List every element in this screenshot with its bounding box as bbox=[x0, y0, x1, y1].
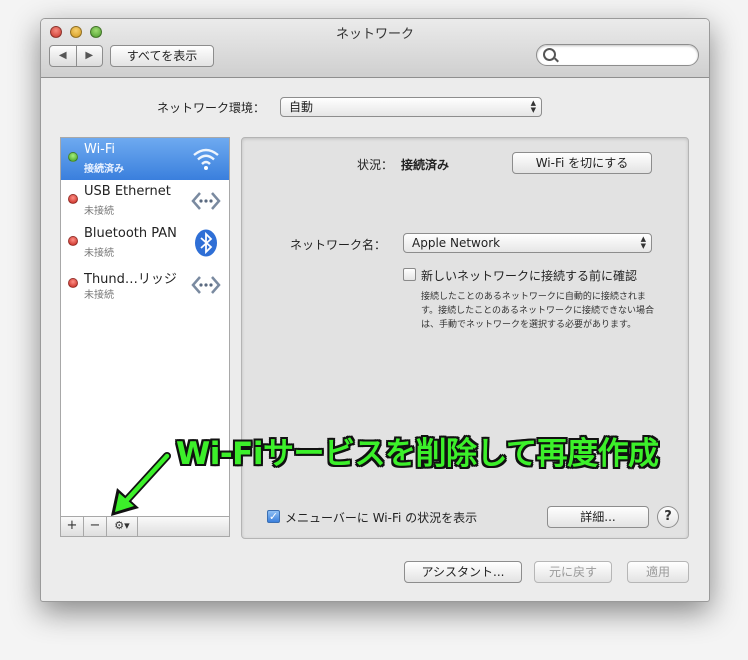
help-button[interactable]: ? bbox=[657, 506, 679, 528]
status-dot-icon bbox=[68, 278, 78, 288]
detail-panel bbox=[241, 137, 689, 539]
location-value: 自動 bbox=[289, 100, 314, 114]
add-service-button[interactable]: + bbox=[61, 517, 84, 536]
service-status: 未接続 bbox=[84, 248, 114, 259]
status-dot-icon bbox=[68, 194, 78, 204]
back-icon[interactable]: ◀ bbox=[50, 46, 76, 66]
apply-button[interactable]: 適用 bbox=[627, 561, 689, 583]
location-label: ネットワーク環境： bbox=[157, 101, 266, 115]
service-status: 未接続 bbox=[84, 290, 114, 301]
status-dot-icon bbox=[68, 152, 78, 162]
service-name: Thund…リッジ bbox=[84, 272, 177, 287]
ask-join-checkbox[interactable] bbox=[403, 268, 416, 281]
show-menubar-label: メニューバーに Wi-Fi の状況を表示 bbox=[285, 511, 478, 525]
status-dot-icon bbox=[68, 236, 78, 246]
network-name-value: Apple Network bbox=[412, 236, 501, 250]
wifi-toggle-button[interactable]: Wi-Fi を切にする bbox=[512, 152, 652, 174]
show-menubar-checkbox[interactable]: ✓ bbox=[267, 510, 280, 523]
ethernet-icon bbox=[191, 276, 221, 294]
location-popup[interactable]: 自動 ▲ ▼ bbox=[280, 97, 542, 117]
show-all-button[interactable]: すべてを表示 bbox=[110, 45, 214, 67]
popup-arrows-icon: ▲ ▼ bbox=[640, 235, 646, 250]
service-list-controls: + − ⚙▾ bbox=[60, 517, 230, 537]
service-item-thunderbolt-bridge[interactable]: Thund…リッジ 未接続 bbox=[61, 264, 229, 306]
status-value: 接続済み bbox=[401, 158, 450, 172]
wifi-icon bbox=[193, 148, 219, 170]
assistant-button[interactable]: アシスタント... bbox=[404, 561, 522, 583]
service-item-usb-ethernet[interactable]: USB Ethernet 未接続 bbox=[61, 180, 229, 222]
status-label: 状況： bbox=[357, 158, 394, 172]
ask-join-description: 接続したことのあるネットワークに自動的に接続されます。接続したことのあるネットワ… bbox=[421, 292, 655, 330]
ask-join-label: 新しいネットワークに接続する前に確認 bbox=[421, 269, 638, 283]
service-name: USB Ethernet bbox=[84, 184, 171, 199]
ethernet-icon bbox=[191, 192, 221, 210]
title-bar: ネットワーク ◀ ▶ すべてを表示 bbox=[41, 19, 709, 78]
service-name: Wi-Fi bbox=[84, 142, 116, 157]
popup-arrows-icon: ▲ ▼ bbox=[530, 99, 536, 114]
annotation-caption: Wi-Fiサービスを削除して再度作成 bbox=[176, 436, 659, 472]
service-name: Bluetooth PAN bbox=[84, 226, 177, 241]
back-forward-control: ◀ ▶ bbox=[49, 45, 103, 67]
network-name-popup[interactable]: Apple Network ▲ ▼ bbox=[403, 233, 652, 253]
remove-service-button[interactable]: − bbox=[84, 517, 107, 536]
window-title: ネットワーク bbox=[335, 27, 414, 42]
service-status: 接続済み bbox=[84, 164, 124, 175]
search-icon bbox=[543, 48, 556, 61]
service-item-wifi[interactable]: Wi-Fi 接続済み bbox=[61, 138, 229, 180]
service-status: 未接続 bbox=[84, 206, 114, 217]
search-input[interactable] bbox=[536, 44, 699, 66]
network-name-label: ネットワーク名： bbox=[290, 238, 387, 252]
bluetooth-icon bbox=[195, 229, 217, 257]
annotation-arrow-icon bbox=[111, 452, 171, 516]
revert-button[interactable]: 元に戻す bbox=[534, 561, 612, 583]
service-item-bluetooth-pan[interactable]: Bluetooth PAN 未接続 bbox=[61, 222, 229, 264]
advanced-button[interactable]: 詳細... bbox=[547, 506, 649, 528]
forward-icon[interactable]: ▶ bbox=[75, 46, 103, 66]
